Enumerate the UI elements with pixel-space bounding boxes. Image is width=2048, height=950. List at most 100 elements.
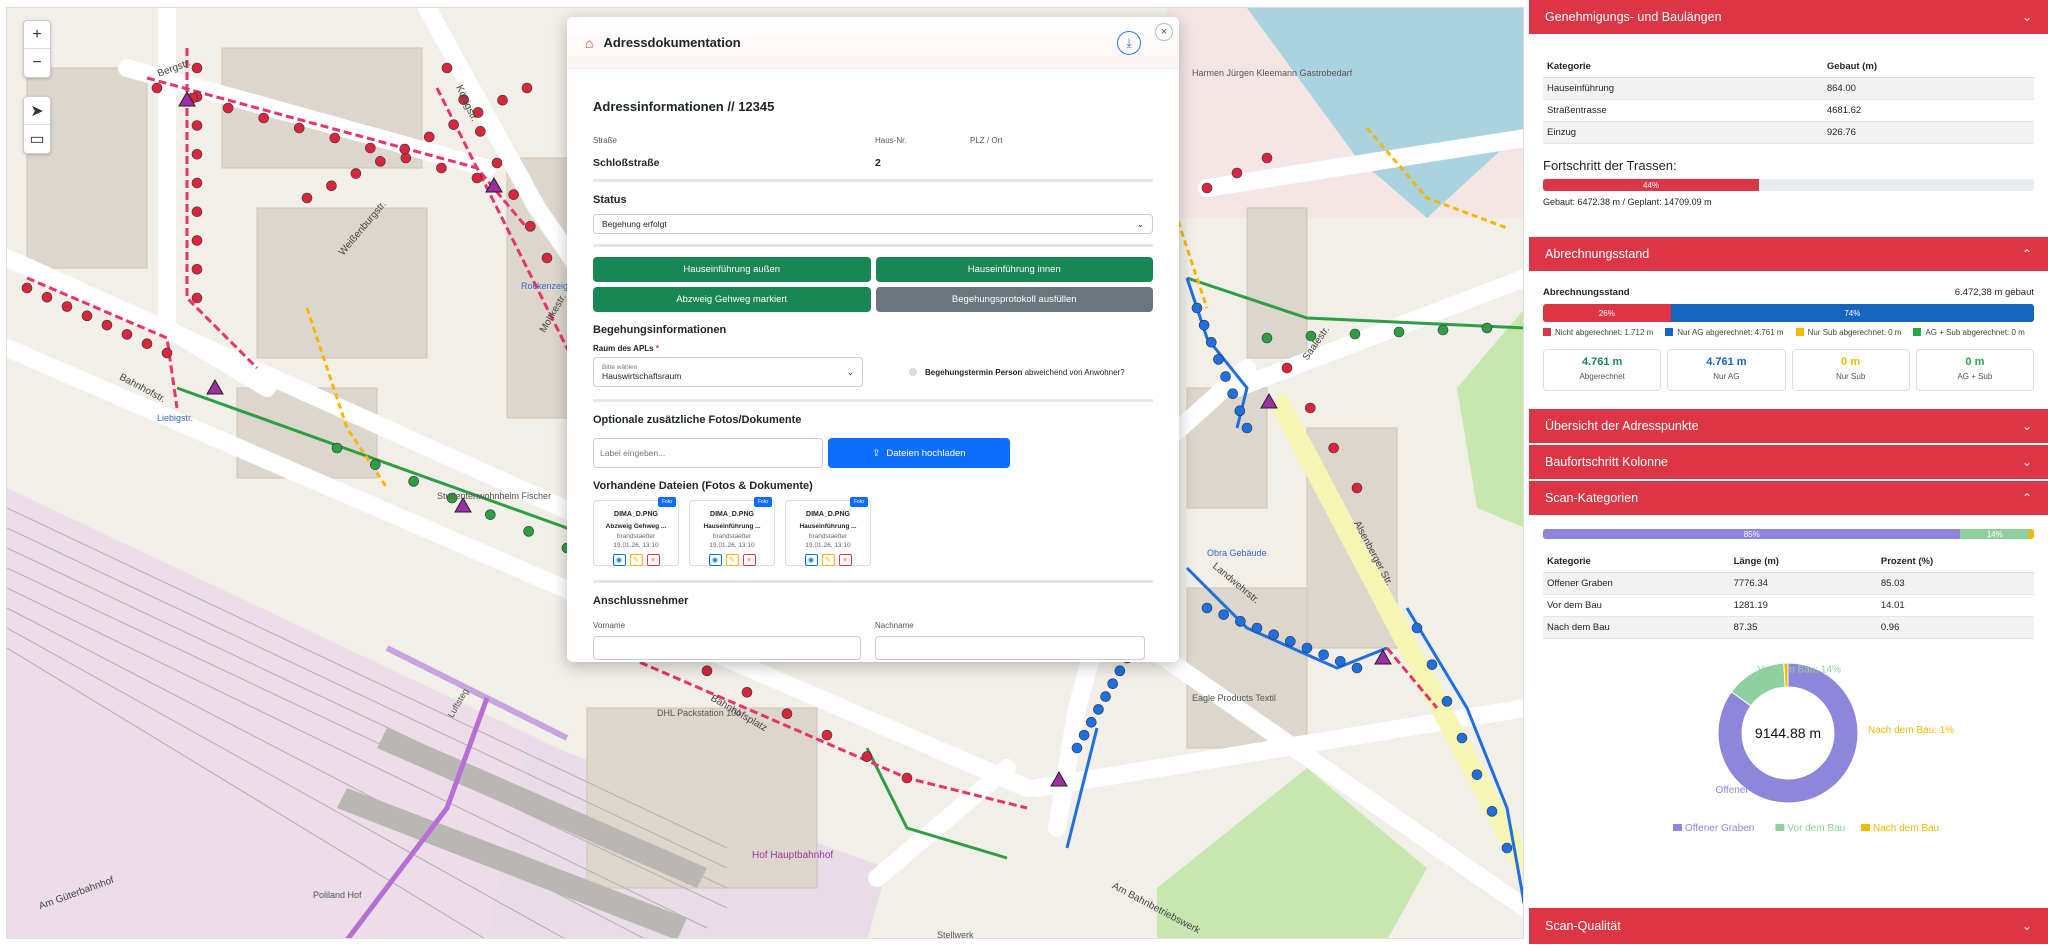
address-marker[interactable] — [1501, 842, 1513, 854]
delete-icon[interactable]: × — [742, 554, 756, 566]
file-label-input[interactable] — [593, 438, 823, 468]
abzweig-gehweg-button[interactable]: Abzweig Gehweg markiert — [593, 287, 871, 312]
address-marker[interactable] — [1241, 422, 1253, 434]
address-marker[interactable] — [1114, 665, 1126, 677]
delete-icon[interactable]: × — [646, 554, 660, 566]
address-marker[interactable] — [293, 122, 305, 134]
address-marker[interactable] — [121, 329, 133, 340]
address-marker[interactable] — [701, 665, 713, 677]
view-icon[interactable]: ◉ — [612, 554, 626, 566]
view-icon[interactable]: ◉ — [708, 554, 722, 566]
address-marker[interactable] — [326, 180, 337, 192]
address-marker[interactable] — [350, 168, 362, 179]
address-marker[interactable] — [471, 172, 483, 184]
address-marker[interactable] — [1227, 388, 1239, 400]
address-marker[interactable] — [1205, 336, 1217, 348]
address-marker[interactable] — [365, 142, 376, 154]
ruler-icon[interactable]: ▭ — [24, 125, 50, 153]
address-marker[interactable] — [151, 82, 163, 94]
address-marker[interactable] — [485, 509, 496, 520]
address-marker[interactable] — [1093, 704, 1104, 715]
begehungsprotokoll-button[interactable]: Begehungsprotokoll ausfüllen — [875, 287, 1153, 312]
delete-icon[interactable]: × — [838, 554, 852, 566]
address-marker[interactable] — [370, 459, 381, 470]
edit-icon[interactable]: ✎ — [821, 554, 835, 566]
address-marker[interactable] — [1349, 328, 1361, 340]
address-marker[interactable] — [525, 221, 536, 232]
address-marker[interactable] — [191, 148, 203, 160]
address-marker[interactable] — [741, 686, 753, 698]
upload-button[interactable]: ⇪ Dateien hochladen — [828, 438, 1010, 468]
uebersicht-header[interactable]: Übersicht der Adresspunkte ⌄ — [1529, 409, 2048, 445]
address-marker[interactable] — [1441, 696, 1453, 707]
address-marker[interactable] — [448, 119, 459, 130]
address-marker[interactable] — [1335, 656, 1346, 667]
address-marker[interactable] — [1085, 716, 1097, 728]
address-marker[interactable] — [191, 292, 203, 304]
raum-select[interactable]: Bitte wählen Hauswirtschaftsraum ⌄ — [593, 357, 863, 387]
address-marker[interactable] — [441, 62, 453, 74]
address-marker[interactable] — [1456, 732, 1468, 744]
status-select[interactable]: Begehung erfolgt ⌄ — [593, 214, 1153, 234]
address-marker[interactable] — [1213, 354, 1224, 365]
address-marker[interactable] — [1301, 642, 1313, 654]
locate-icon[interactable]: ➤ — [24, 97, 50, 125]
address-marker[interactable] — [491, 157, 503, 169]
zoom-in-button[interactable]: + — [24, 21, 50, 49]
address-marker[interactable] — [901, 772, 913, 784]
file-card[interactable]: Foto DIMA_D.PNG Hauseinführung ... brand… — [689, 497, 775, 566]
address-marker[interactable] — [21, 282, 33, 294]
address-marker[interactable] — [1351, 662, 1363, 674]
address-marker[interactable] — [1471, 769, 1483, 780]
address-marker[interactable] — [141, 338, 153, 350]
address-marker[interactable] — [1198, 319, 1210, 331]
address-marker[interactable] — [423, 131, 435, 143]
hauseinfuehrung-innen-button[interactable]: Hauseinführung innen — [875, 257, 1153, 282]
toggle-switch[interactable] — [909, 368, 917, 376]
address-marker[interactable] — [523, 526, 534, 537]
hauseinfuehrung-aussen-button[interactable]: Hauseinführung außen — [593, 257, 871, 282]
address-marker[interactable] — [1201, 602, 1213, 614]
address-marker[interactable] — [301, 192, 313, 204]
address-marker[interactable] — [331, 442, 343, 454]
address-marker[interactable] — [400, 152, 412, 164]
address-marker[interactable] — [399, 143, 411, 155]
address-marker[interactable] — [191, 235, 203, 246]
address-marker[interactable] — [101, 319, 113, 331]
address-marker[interactable] — [1411, 622, 1423, 634]
address-marker[interactable] — [408, 476, 419, 487]
address-marker[interactable] — [497, 94, 508, 106]
address-marker[interactable] — [258, 112, 269, 124]
address-marker[interactable] — [191, 206, 203, 218]
address-marker[interactable] — [1351, 482, 1363, 494]
genehmigung-header[interactable]: Genehmigungs- und Baulängen ⌄ — [1529, 0, 2048, 36]
address-marker[interactable] — [436, 162, 447, 174]
address-marker[interactable] — [1218, 609, 1229, 620]
download-button[interactable]: ⤓ — [1117, 31, 1141, 55]
file-card[interactable]: Foto DIMA_D.PNG Hauseinführung ... brand… — [785, 497, 871, 566]
address-marker[interactable] — [1191, 302, 1203, 314]
view-icon[interactable]: ◉ — [804, 554, 818, 566]
address-marker[interactable] — [161, 347, 173, 359]
scan-quality-header[interactable]: Scan-Qualität ⌄ — [1529, 908, 2048, 944]
address-marker[interactable] — [329, 132, 341, 144]
address-marker[interactable] — [1078, 729, 1090, 741]
address-marker[interactable] — [1281, 362, 1293, 374]
address-marker[interactable] — [508, 189, 519, 200]
abrechnung-header[interactable]: Abrechnungsstand ⌃ — [1529, 237, 2048, 273]
address-marker[interactable] — [1251, 622, 1263, 634]
address-marker[interactable] — [1234, 405, 1246, 417]
address-marker[interactable] — [1201, 182, 1213, 194]
address-marker[interactable] — [1318, 649, 1329, 660]
address-marker[interactable] — [191, 120, 203, 131]
firstname-input[interactable] — [593, 636, 861, 660]
address-marker[interactable] — [191, 263, 203, 275]
address-marker[interactable] — [375, 156, 386, 167]
address-marker[interactable] — [1328, 442, 1339, 454]
address-marker[interactable] — [1481, 322, 1493, 334]
address-marker[interactable] — [1107, 678, 1119, 690]
address-marker[interactable] — [861, 751, 873, 762]
address-marker[interactable] — [41, 291, 53, 303]
address-marker[interactable] — [781, 708, 793, 720]
close-button[interactable]: × — [1155, 23, 1173, 41]
